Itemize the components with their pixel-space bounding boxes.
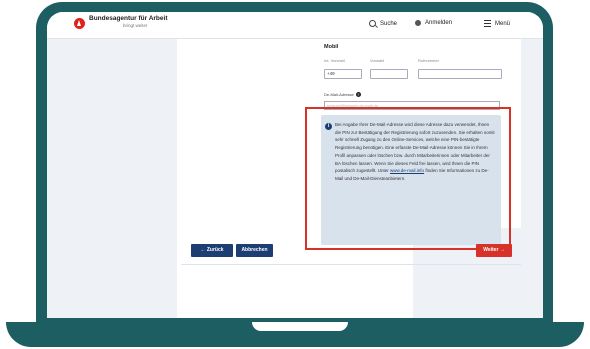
user-icon — [415, 20, 421, 26]
menu-label: Menü — [495, 20, 511, 27]
section-title-mobil: Mobil — [324, 44, 339, 50]
cancel-button[interactable]: Abbrechen — [236, 244, 273, 257]
brand-title[interactable]: Bundesagentur für Arbeit — [89, 15, 168, 22]
search-icon — [369, 20, 376, 27]
next-button[interactable]: Weiter → — [476, 244, 512, 257]
demail-label-group: De-Mail-Adresse ? — [324, 92, 361, 97]
highlight-frame — [305, 107, 511, 250]
demail-label: De-Mail-Adresse — [324, 92, 354, 97]
search-label: Suche — [380, 20, 398, 27]
login-button[interactable]: Anmelden — [415, 20, 452, 26]
intl-prefix-label: Int. Vorwahl — [324, 58, 345, 63]
divider — [181, 264, 521, 265]
back-button[interactable]: ← Zurück — [191, 244, 233, 257]
menu-button[interactable]: Menü — [484, 20, 510, 27]
left-background — [47, 38, 177, 318]
phone-number-label: Rufnummer — [418, 58, 439, 63]
laptop-trackpad-notch — [252, 322, 348, 331]
area-code-label: Vorwahl — [370, 58, 385, 63]
login-label: Anmelden — [425, 20, 453, 26]
brand-subtitle: bringt weiter — [123, 23, 148, 28]
hamburger-icon — [484, 20, 491, 27]
search-button[interactable]: Suche — [369, 20, 397, 27]
intl-prefix-field[interactable]: +49 — [324, 69, 362, 79]
laptop-base — [6, 322, 584, 347]
area-code-field[interactable] — [370, 69, 408, 79]
phone-number-field[interactable] — [418, 69, 502, 79]
ba-logo-icon[interactable] — [74, 18, 85, 29]
laptop-screen: Bundesagentur für Arbeit bringt weiter S… — [47, 12, 543, 318]
help-icon[interactable]: ? — [355, 92, 361, 97]
site-header: Bundesagentur für Arbeit bringt weiter S… — [47, 12, 543, 39]
